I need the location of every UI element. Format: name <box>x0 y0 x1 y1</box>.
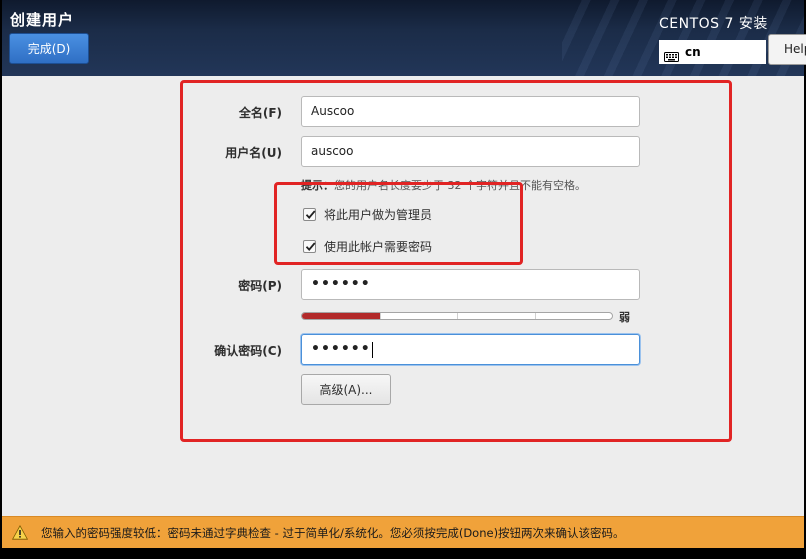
keyboard-layout-selector[interactable]: cn <box>659 40 766 64</box>
keyboard-layout-label: cn <box>685 45 701 59</box>
annotation-box-checkboxes <box>274 182 523 265</box>
help-button[interactable]: Help! <box>768 34 806 65</box>
page-title: 创建用户 <box>10 11 75 29</box>
keyboard-icon <box>664 47 679 62</box>
warning-icon <box>11 524 29 540</box>
window: 创建用户 完成(D) CENTOS 7 安装 cn Help <box>0 0 806 559</box>
done-button[interactable]: 完成(D) <box>9 33 89 64</box>
warning-message: 您输入的密码强度较低：密码未通过字典检查 - 过于简单化/系统化。您必须按完成(… <box>41 525 625 540</box>
product-title: CENTOS 7 安装 <box>659 16 768 32</box>
screen-border <box>0 548 806 559</box>
header-bar: 创建用户 完成(D) CENTOS 7 安装 cn Help <box>2 0 806 76</box>
warning-bar[interactable]: 您输入的密码强度较低：密码未通过字典检查 - 过于简单化/系统化。您必须按完成(… <box>2 516 804 548</box>
